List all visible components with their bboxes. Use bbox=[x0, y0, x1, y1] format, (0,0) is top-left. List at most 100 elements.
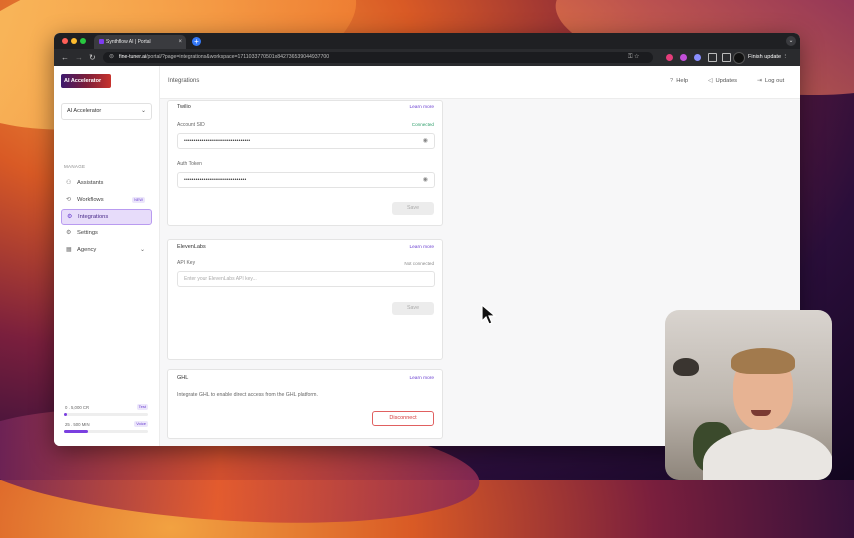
reload-icon[interactable]: ↻ bbox=[89, 52, 96, 63]
tab-title: Synthflow AI | Portal bbox=[106, 39, 151, 45]
workspace-select[interactable]: AI Accelerator ⌄ bbox=[61, 103, 152, 120]
eye-icon[interactable]: ◉ bbox=[423, 173, 428, 187]
back-arrow-icon[interactable]: ← bbox=[61, 52, 69, 63]
masked-value: •••••••••••••••••••••••••••••••• bbox=[184, 177, 247, 183]
sidebar-item-label: Settings bbox=[77, 230, 98, 236]
browser-tab[interactable]: Synthflow AI | Portal × bbox=[94, 35, 186, 49]
sidebar-item-workflows[interactable]: ⟲ Workflows NEW bbox=[61, 193, 150, 207]
url-path: /portal/?page=integrations&workspace=171… bbox=[146, 54, 330, 60]
learn-more-link[interactable]: Learn more bbox=[409, 105, 434, 110]
url-host: fine-tuner.ai bbox=[119, 54, 147, 60]
masked-value: •••••••••••••••••••••••••••••••••• bbox=[184, 138, 251, 144]
webcam-overlay bbox=[665, 310, 832, 480]
updates-label: Updates bbox=[715, 78, 738, 84]
usage-text: 0 . 5,000 CR bbox=[65, 405, 90, 410]
chevron-down-icon: ⌄ bbox=[139, 247, 145, 253]
connection-status: Not connected bbox=[404, 261, 434, 266]
card-description: Integrate GHL to enable direct access fr… bbox=[177, 392, 318, 398]
sidebar-item-label: Agency bbox=[77, 247, 97, 253]
logout-icon: ⇥ bbox=[757, 78, 762, 84]
minimize-window-button[interactable] bbox=[71, 38, 77, 44]
user-icon: ⚇ bbox=[66, 180, 72, 186]
sidebar-item-label: Workflows bbox=[77, 197, 104, 203]
auth-token-field[interactable]: •••••••••••••••••••••••••••••••• ◉ bbox=[177, 172, 435, 188]
profile-avatar[interactable] bbox=[733, 52, 745, 64]
connection-status: Connected bbox=[411, 122, 434, 127]
extensions-puzzle-icon[interactable] bbox=[708, 53, 717, 62]
usage-progress-fill bbox=[64, 413, 67, 416]
gear-icon: ⚙ bbox=[66, 230, 72, 236]
auth-token-label: Auth Token bbox=[177, 161, 202, 167]
usage-text: 25 . 500 MIN bbox=[65, 422, 90, 427]
help-label: Help bbox=[676, 78, 689, 84]
site-info-icon[interactable]: ⊜ bbox=[109, 52, 114, 63]
finish-update-button[interactable]: Finish update ⋮ bbox=[748, 52, 788, 63]
presenter-hair bbox=[731, 348, 795, 374]
card-title: GHL bbox=[177, 375, 189, 381]
chevron-down-icon: ⌄ bbox=[140, 108, 146, 114]
close-tab-icon[interactable]: × bbox=[178, 35, 182, 49]
sidebar-item-settings[interactable]: ⚙ Settings bbox=[61, 226, 150, 240]
usage-badge: Voice bbox=[134, 421, 148, 427]
elevenlabs-integration-card: ElevenLabs Learn more API Key Not connec… bbox=[167, 239, 443, 360]
url-text: fine-tuner.ai/portal/?page=integrations&… bbox=[119, 52, 329, 63]
elevenlabs-api-key-input[interactable]: Enter your ElevenLabs API key... bbox=[177, 271, 435, 287]
new-badge: NEW bbox=[132, 197, 145, 203]
page-title: Integrations bbox=[168, 78, 200, 84]
updates-link[interactable]: ◁ Updates bbox=[708, 78, 737, 84]
learn-more-link[interactable]: Learn more bbox=[409, 245, 434, 250]
input-placeholder: Enter your ElevenLabs API key... bbox=[184, 276, 257, 282]
usage-progress-fill bbox=[64, 430, 88, 433]
extension-icon[interactable] bbox=[666, 54, 673, 61]
side-panel-icon[interactable] bbox=[722, 53, 731, 62]
url-input[interactable]: ⊜ fine-tuner.ai/portal/?page=integration… bbox=[103, 52, 653, 63]
background-lamp bbox=[673, 358, 699, 376]
top-bar: Integrations ? Help ◁ Updates ⇥ Log out bbox=[160, 66, 800, 99]
logout-label: Log out bbox=[764, 78, 785, 84]
extension-icon[interactable] bbox=[680, 54, 687, 61]
api-key-label: API Key bbox=[177, 260, 196, 266]
password-key-icon[interactable]: ⚿ ☆ bbox=[628, 52, 639, 63]
maximize-window-button[interactable] bbox=[80, 38, 86, 44]
workflow-icon: ⟲ bbox=[66, 197, 72, 203]
card-title: Twilio bbox=[177, 104, 191, 110]
ghl-integration-card: GHL Learn more Integrate GHL to enable d… bbox=[167, 369, 443, 439]
sidebar-item-assistants[interactable]: ⚇ Assistants bbox=[61, 176, 150, 190]
sidebar-item-label: Integrations bbox=[78, 214, 109, 220]
presenter-mouth bbox=[751, 410, 771, 416]
sidebar-item-integrations[interactable]: ⚙ Integrations bbox=[61, 209, 152, 225]
account-sid-field[interactable]: •••••••••••••••••••••••••••••••••• ◉ bbox=[177, 133, 435, 149]
card-title: ElevenLabs bbox=[177, 244, 206, 250]
close-window-button[interactable] bbox=[62, 38, 68, 44]
extension-icon[interactable] bbox=[694, 54, 701, 61]
section-label-manage: MANAGE bbox=[64, 164, 86, 169]
synthflow-favicon-icon bbox=[99, 39, 104, 44]
twilio-integration-card: Twilio Learn more Account SID Connected … bbox=[167, 100, 443, 226]
mouse-cursor-icon bbox=[481, 304, 497, 325]
forward-arrow-icon[interactable]: → bbox=[75, 52, 83, 63]
disconnect-button[interactable]: Disconnect bbox=[372, 411, 434, 426]
building-icon: ▦ bbox=[66, 247, 72, 253]
workspace-select-value: AI Accelerator bbox=[67, 108, 102, 114]
plug-icon: ⚙ bbox=[67, 214, 73, 220]
sidebar-item-label: Assistants bbox=[77, 180, 104, 186]
help-icon: ? bbox=[670, 78, 674, 84]
usage-badge: Test bbox=[136, 404, 148, 410]
sidebar-item-agency[interactable]: ▦ Agency ⌄ bbox=[61, 243, 150, 257]
learn-more-link[interactable]: Learn more bbox=[409, 376, 434, 381]
tab-strip: Synthflow AI | Portal × + ⌄ bbox=[54, 33, 800, 49]
save-button[interactable]: Save bbox=[392, 302, 434, 315]
address-bar-row: ← → ↻ ⊜ fine-tuner.ai/portal/?page=integ… bbox=[54, 49, 800, 66]
help-link[interactable]: ? Help bbox=[670, 78, 688, 84]
tab-search-chevron-icon[interactable]: ⌄ bbox=[786, 36, 796, 46]
sidebar: AI Accelerator AI Accelerator ⌄ MANAGE ⚇… bbox=[54, 66, 160, 446]
account-sid-label: Account SID bbox=[177, 122, 205, 128]
brand-logo[interactable]: AI Accelerator bbox=[61, 74, 111, 88]
new-tab-button[interactable]: + bbox=[192, 37, 201, 46]
logout-link[interactable]: ⇥ Log out bbox=[757, 78, 784, 84]
eye-icon[interactable]: ◉ bbox=[423, 134, 428, 148]
megaphone-icon: ◁ bbox=[708, 78, 713, 84]
usage-progress-track bbox=[64, 430, 148, 433]
usage-progress-track bbox=[64, 413, 148, 416]
save-button[interactable]: Save bbox=[392, 202, 434, 215]
